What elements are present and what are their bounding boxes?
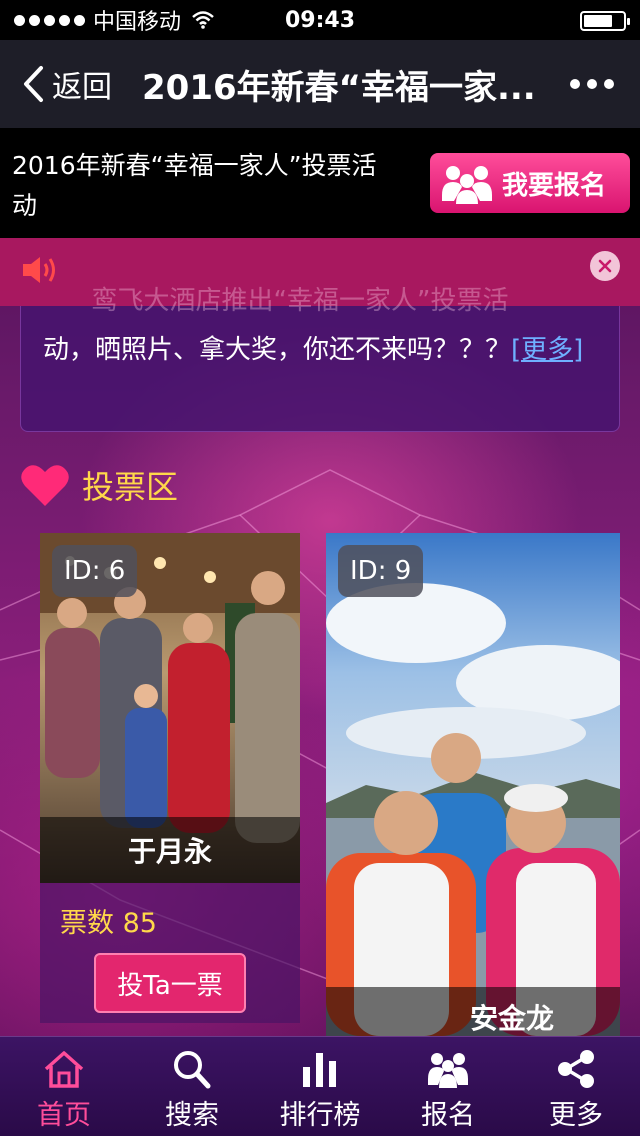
tab-search[interactable]: 搜索 — [128, 1037, 256, 1136]
tab-home[interactable]: 首页 — [0, 1037, 128, 1136]
battery-icon — [580, 11, 630, 31]
event-header: 2016年新春“幸福一家人”投票活动 我要报名 — [0, 128, 640, 238]
intro-card: 动，晒照片、拿大奖，你还不来吗？？？[更多] — [20, 306, 620, 432]
more-options-button[interactable] — [570, 79, 614, 89]
navigation-bar: 返回 2016年新春“幸福一家... — [0, 40, 640, 128]
bottom-tab-bar: 首页 搜索 排行榜 报名 更多 — [0, 1036, 640, 1136]
tab-signup[interactable]: 报名 — [384, 1037, 512, 1136]
contestant-name: 于月永 — [40, 817, 300, 883]
signup-button[interactable]: 我要报名 — [430, 153, 630, 213]
family-photo-image — [326, 533, 620, 1036]
tab-label: 首页 — [37, 1100, 91, 1131]
tab-label: 更多 — [549, 1100, 603, 1131]
home-icon — [44, 1051, 84, 1088]
contestant-card[interactable]: ID: 9 安金龙 — [326, 533, 620, 1036]
contestant-id-badge: ID: 9 — [338, 545, 424, 597]
page-title: 2016年新春“幸福一家... — [142, 67, 536, 108]
contestant-photo[interactable]: ID: 6 于月永 — [40, 533, 300, 883]
vote-count: 票数 85 — [60, 901, 157, 940]
section-title: 投票区 — [82, 468, 179, 506]
tab-label: 搜索 — [165, 1100, 219, 1131]
intro-text: 动，晒照片、拿大奖，你还不来吗？？？[更多] — [43, 328, 603, 372]
vote-count-label: 票数 — [60, 908, 114, 939]
close-icon — [598, 259, 612, 273]
chevron-left-icon — [24, 66, 43, 102]
carrier-name: 中国移动 — [93, 10, 182, 35]
scrolling-notice-text: 鸾飞大酒店推出“幸福一家人”投票活 — [91, 286, 509, 316]
tab-leaderboard[interactable]: 排行榜 — [256, 1037, 384, 1136]
signal-strength-icon — [14, 14, 85, 26]
close-notice-button[interactable] — [590, 251, 620, 281]
people-icon — [428, 1053, 468, 1088]
search-icon — [174, 1051, 211, 1089]
wifi-icon — [192, 11, 214, 29]
signup-label: 我要报名 — [502, 170, 607, 201]
vote-button[interactable]: 投Ta一票 — [94, 953, 246, 1013]
contestant-name: 安金龙 — [326, 987, 620, 1036]
vote-count-value: 85 — [122, 908, 157, 939]
more-link[interactable]: [更多] — [511, 335, 583, 365]
section-heading: 投票区 — [20, 457, 178, 513]
tab-label: 报名 — [421, 1100, 475, 1131]
contestant-card[interactable]: ID: 6 于月永 票数 85 投Ta一票 — [40, 533, 300, 1023]
people-icon — [442, 166, 492, 204]
heart-icon — [21, 465, 69, 506]
back-label: 返回 — [52, 70, 112, 105]
back-button[interactable]: 返回 — [0, 40, 112, 128]
tab-more[interactable]: 更多 — [512, 1037, 640, 1136]
bar-chart-icon — [303, 1053, 336, 1087]
contestant-id-badge: ID: 6 — [52, 545, 138, 597]
event-title: 2016年新春“幸福一家人”投票活动 — [12, 151, 377, 220]
intro-body: 动，晒照片、拿大奖，你还不来吗？？？ — [43, 335, 512, 365]
share-icon — [558, 1050, 594, 1088]
tab-label: 排行榜 — [279, 1100, 361, 1131]
contestant-photo[interactable]: ID: 9 安金龙 — [326, 533, 620, 1036]
status-bar: 中国移动 09:43 — [0, 0, 640, 40]
